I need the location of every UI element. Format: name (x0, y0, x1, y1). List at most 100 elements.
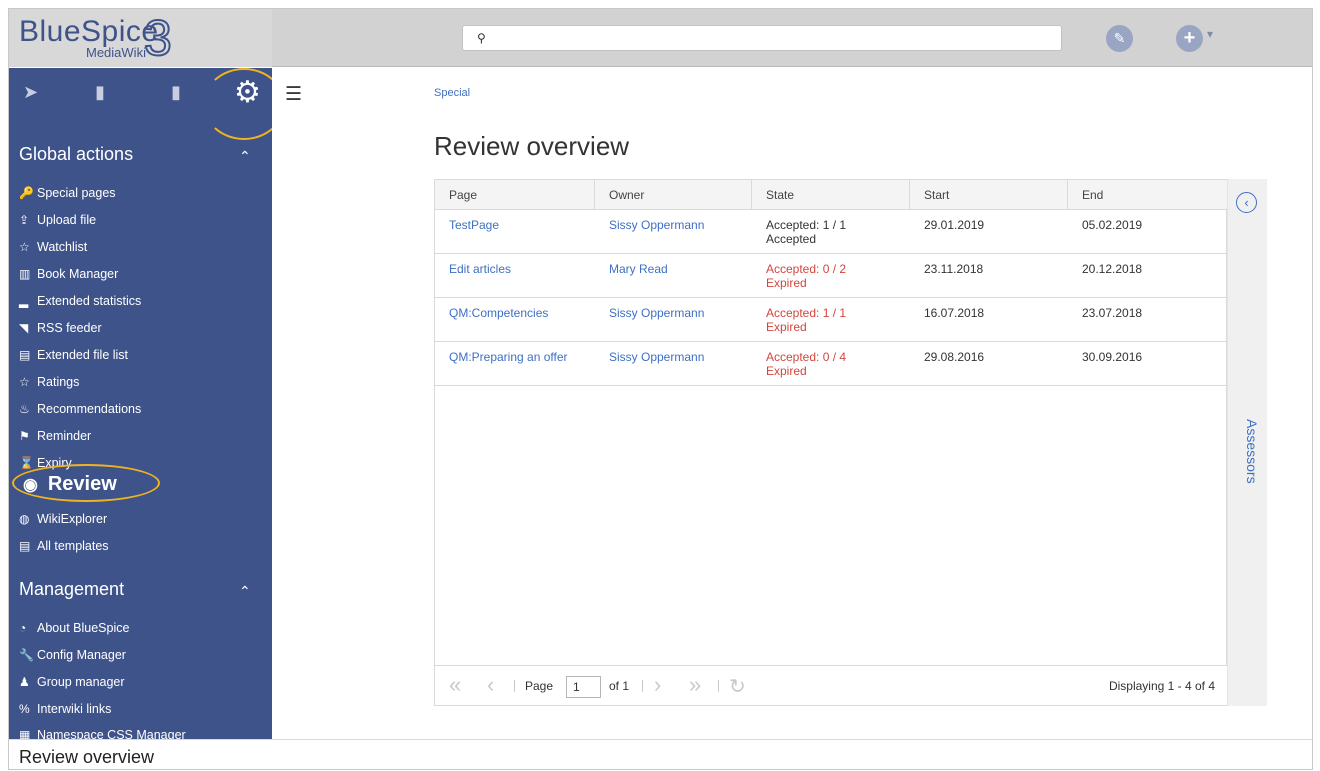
page-link[interactable]: TestPage (435, 218, 499, 232)
table-row[interactable]: QM:Competencies Sissy Oppermann Accepted… (435, 298, 1227, 342)
link-icon: % (19, 702, 30, 716)
sidebar-item-group-manager[interactable]: ♟ Group manager (19, 672, 125, 692)
sidebar-item-book-manager[interactable]: ▥ Book Manager (19, 264, 118, 284)
separator (642, 680, 643, 692)
last-page-icon[interactable]: » (689, 672, 701, 698)
start-date: 29.08.2016 (924, 350, 985, 364)
owner-link[interactable]: Mary Read (595, 262, 668, 276)
caption-text: Review overview (19, 747, 155, 767)
sidebar-item-special-pages[interactable]: 🔑 Special pages (19, 183, 116, 203)
sidebar-item-watchlist[interactable]: ☆ Watchlist (19, 237, 87, 257)
grid-header: Page Owner State Start End (435, 180, 1227, 210)
section-title-management[interactable]: Management (19, 579, 124, 600)
assessors-label[interactable]: Assessors (1244, 419, 1260, 484)
sidebar-item-ratings[interactable]: ☆ Ratings (19, 372, 79, 392)
list-icon: ▤ (19, 539, 31, 553)
sidebar-item-rss-feeder[interactable]: ◥ RSS feeder (19, 318, 102, 338)
column-header-owner[interactable]: Owner (595, 180, 752, 210)
sidebar-item-upload-file[interactable]: ⇪ Upload file (19, 210, 96, 230)
column-header-state[interactable]: State (752, 180, 910, 210)
sidebar-item-label: Interwiki links (37, 702, 112, 716)
sidebar-item-recommendations[interactable]: ♨ Recommendations (19, 399, 141, 419)
column-header-end[interactable]: End (1068, 180, 1227, 210)
group-icon: ♟ (19, 675, 30, 689)
owner-link[interactable]: Sissy Oppermann (595, 218, 704, 232)
key-icon: 🔑 (19, 186, 34, 200)
clipboard-icon[interactable]: ▮ (171, 82, 181, 103)
sidebar-item-label: About BlueSpice (37, 621, 130, 635)
sidebar-item-label: All templates (37, 539, 109, 553)
logo-subtitle: MediaWiki (86, 45, 146, 60)
table-row[interactable]: QM:Preparing an offer Sissy Oppermann Ac… (435, 342, 1227, 386)
end-date: 23.07.2018 (1082, 306, 1143, 320)
assessors-panel[interactable]: ‹ Assessors (1227, 179, 1267, 706)
owner-link[interactable]: Sissy Oppermann (595, 306, 704, 320)
sidebar-item-extended-statistics[interactable]: ▂ Extended statistics (19, 291, 141, 311)
chevron-up-icon[interactable]: ⌃ (239, 148, 251, 165)
new-button[interactable]: + (1176, 25, 1203, 52)
star-icon: ☆ (19, 375, 30, 389)
search-input[interactable]: ⚲ (462, 25, 1062, 51)
edit-button[interactable]: ✎ (1106, 25, 1133, 52)
books-icon: ▥ (19, 267, 31, 281)
sidebar-item-label: Config Manager (37, 648, 126, 662)
next-page-icon[interactable]: › (654, 672, 661, 698)
app-window: BlueSpice 3 MediaWiki ⚲ ✎ + ▾ ➤ ▮ ▮ ⚙ Gl… (8, 8, 1313, 770)
logo-brand: BlueSpice (19, 15, 159, 48)
sidebar-item-extended-file-list[interactable]: ▤ Extended file list (19, 345, 128, 365)
sidebar-item-label: Book Manager (37, 267, 119, 281)
rss-icon: ◥ (19, 321, 29, 335)
chevron-down-icon[interactable]: ▾ (1207, 27, 1213, 41)
state-cell: Accepted: 1 / 1 Accepted (752, 218, 846, 246)
column-header-start[interactable]: Start (910, 180, 1068, 210)
start-date: 16.07.2018 (924, 306, 985, 320)
state-count: Accepted: 0 / 4 (766, 350, 847, 364)
sidebar-item-about-bluespice[interactable]: ◔ About BlueSpice (19, 618, 129, 638)
prev-page-icon[interactable]: ‹ (487, 672, 494, 698)
sidebar-item-reminder[interactable]: ⚑ Reminder (19, 426, 91, 446)
owner-link[interactable]: Sissy Oppermann (595, 350, 704, 364)
list-icon: ▤ (19, 348, 31, 362)
globe-icon: ◍ (19, 512, 30, 526)
logo[interactable]: BlueSpice 3 MediaWiki (9, 9, 272, 67)
plus-icon: + (1183, 27, 1196, 49)
navigation-icon[interactable]: ➤ (23, 82, 38, 103)
page-link[interactable]: QM:Competencies (435, 306, 548, 320)
state-count: Accepted: 1 / 1 (766, 306, 847, 320)
sidebar-item-interwiki-links[interactable]: % Interwiki links (19, 699, 111, 719)
state-label: Expired (766, 364, 807, 378)
state-label: Expired (766, 320, 807, 334)
section-title-global-actions[interactable]: Global actions (19, 144, 133, 165)
highlight-ring (12, 464, 160, 502)
sidebar-item-wikiexplorer[interactable]: ◍ WikiExplorer (19, 509, 107, 529)
top-bar: BlueSpice 3 MediaWiki ⚲ ✎ + ▾ (9, 9, 1312, 67)
sidebar-item-label: Recommendations (37, 402, 142, 416)
state-cell: Accepted: 0 / 2 Expired (752, 262, 846, 290)
sidebar-item-label: Special pages (37, 186, 116, 200)
star-icon: ☆ (19, 240, 30, 254)
book-icon[interactable]: ▮ (95, 82, 105, 103)
flame-icon: ♨ (19, 402, 30, 416)
table-row[interactable]: TestPage Sissy Oppermann Accepted: 1 / 1… (435, 210, 1227, 254)
menu-toggle-icon[interactable]: ☰ (285, 83, 302, 106)
review-grid: Page Owner State Start End TestPage Siss… (434, 179, 1227, 706)
chevron-left-icon[interactable]: ‹ (1236, 192, 1257, 213)
flag-icon: ⚑ (19, 429, 30, 443)
sidebar-item-all-templates[interactable]: ▤ All templates (19, 536, 109, 556)
page-number-input[interactable]: 1 (566, 676, 601, 698)
state-count: Accepted: 0 / 2 (766, 262, 847, 276)
page-link[interactable]: Edit articles (435, 262, 511, 276)
first-page-icon[interactable]: « (449, 672, 461, 698)
table-row[interactable]: Edit articles Mary Read Accepted: 0 / 2E… (435, 254, 1227, 298)
column-header-page[interactable]: Page (435, 180, 595, 210)
chevron-up-icon[interactable]: ⌃ (239, 583, 251, 600)
page-link[interactable]: QM:Preparing an offer (435, 350, 568, 364)
state-cell: Accepted: 0 / 4 Expired (752, 350, 846, 378)
separator (514, 680, 515, 692)
breadcrumb[interactable]: Special (434, 87, 470, 99)
pagination-toolbar: « ‹ Page 1 of 1 › » ↻ Displaying 1 - 4 o… (435, 665, 1227, 705)
refresh-icon[interactable]: ↻ (729, 674, 746, 699)
sidebar-item-config-manager[interactable]: 🔧 Config Manager (19, 645, 126, 665)
sidebar: ➤ ▮ ▮ ⚙ Global actions ⌃ 🔑 Special pages … (9, 68, 272, 769)
page-label: Page (525, 679, 554, 693)
